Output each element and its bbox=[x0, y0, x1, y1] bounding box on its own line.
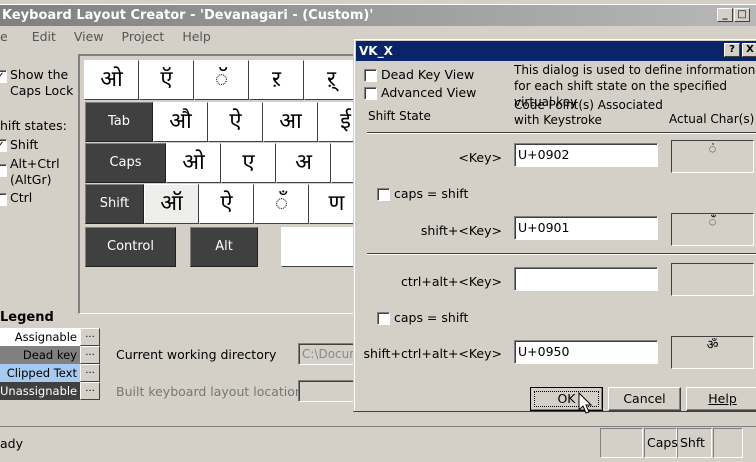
shift-states-label: hift states: bbox=[0, 118, 67, 133]
col-shift-state: Shift State bbox=[368, 109, 431, 123]
help-button[interactable]: Help bbox=[686, 387, 756, 411]
legend-clipped-text: Clipped Text bbox=[0, 364, 80, 382]
key[interactable]: औ bbox=[153, 102, 208, 142]
key[interactable]: ऍ bbox=[139, 60, 194, 100]
ok-button[interactable]: OK bbox=[530, 387, 603, 411]
menu-project[interactable]: Project bbox=[122, 29, 165, 44]
key[interactable]: ए bbox=[221, 143, 276, 183]
key-shift[interactable]: Shift bbox=[85, 184, 144, 224]
maximize-button[interactable]: □ bbox=[734, 8, 750, 22]
legend-dead-key-button[interactable]: ... bbox=[80, 346, 100, 364]
shift-ctrl-alt-codepoint-input[interactable]: U+0950 bbox=[514, 340, 658, 364]
status-pane bbox=[600, 428, 643, 458]
key[interactable]: ओ bbox=[84, 60, 139, 100]
mouse-cursor-icon bbox=[578, 392, 592, 414]
dead-key-view-label: Dead Key View bbox=[380, 67, 475, 82]
key[interactable]: ओ bbox=[166, 143, 221, 183]
col-code-points: Code Point(s) Associated with Keystroke bbox=[514, 98, 663, 127]
dead-key-view-checkbox[interactable]: Dead Key View bbox=[364, 67, 474, 82]
divider bbox=[367, 253, 756, 255]
menu-bar: e Edit View Project Help bbox=[0, 29, 225, 47]
legend-assignable-button[interactable]: ... bbox=[80, 328, 100, 346]
ctrl-alt-codepoint-input[interactable] bbox=[514, 267, 658, 291]
shift-key-label: shift+<Key> bbox=[420, 223, 502, 238]
shift-label: Shift bbox=[10, 137, 39, 152]
key-codepoint-input[interactable]: U+0902 bbox=[514, 143, 658, 167]
key-selected[interactable]: ऑ bbox=[144, 184, 199, 224]
key[interactable]: ऐ bbox=[199, 184, 254, 224]
menu-help[interactable]: Help bbox=[182, 29, 211, 44]
advanced-view-label: Advanced View bbox=[380, 85, 477, 100]
menu-edit[interactable]: Edit bbox=[32, 29, 56, 44]
shift-codepoint-input[interactable]: U+0901 bbox=[514, 216, 658, 240]
advanced-view-checkbox[interactable]: Advanced View bbox=[364, 85, 476, 100]
cancel-button[interactable]: Cancel bbox=[608, 387, 681, 411]
caps-shift-label: caps = shift bbox=[393, 310, 469, 325]
legend-dead-key: Dead key bbox=[0, 346, 80, 364]
key[interactable]: ऐ bbox=[208, 102, 263, 142]
divider bbox=[367, 132, 756, 134]
key[interactable]: अ bbox=[276, 143, 331, 183]
key-caps[interactable]: Caps bbox=[85, 143, 166, 183]
key-label: <Key> bbox=[458, 150, 502, 165]
shift-ctrl-alt-actual-char: ॐ bbox=[671, 336, 754, 369]
built-location-label: Built keyboard layout location bbox=[116, 384, 303, 399]
built-location-field[interactable] bbox=[298, 380, 358, 402]
ctrl-alt-key-label: ctrl+alt+<Key> bbox=[401, 274, 502, 289]
dialog-title-bar: VK_X bbox=[356, 41, 756, 61]
altctrl-label: Alt+Ctrl (AltGr) bbox=[10, 156, 60, 187]
close-icon[interactable]: X bbox=[742, 43, 756, 57]
show-caps-label: Show the Caps Lock bbox=[10, 67, 74, 98]
key[interactable]: ऱ् bbox=[304, 60, 359, 100]
legend-assignable: Assignable bbox=[0, 328, 80, 346]
key[interactable]: ँ bbox=[254, 184, 309, 224]
altctrl-checkbox[interactable] bbox=[0, 162, 7, 177]
key[interactable]: आ bbox=[263, 102, 318, 142]
dialog-title: VK_X bbox=[359, 44, 393, 58]
menu-view[interactable]: View bbox=[74, 29, 104, 44]
ctrl-checkbox[interactable] bbox=[0, 191, 7, 206]
menu-file[interactable]: e bbox=[0, 29, 8, 44]
window-title: Keyboard Layout Creator - 'Devanagari - … bbox=[2, 8, 374, 23]
main-title-bar: Keyboard Layout Creator - 'Devanagari - … bbox=[0, 4, 756, 26]
key-actual-char: ं bbox=[671, 140, 754, 173]
status-text: ady bbox=[0, 436, 23, 451]
cwd-label: Current working directory bbox=[116, 347, 277, 362]
legend-title: Legend bbox=[0, 310, 54, 325]
col-actual-chars: Actual Char(s) bbox=[669, 112, 755, 126]
legend-unassignable-button[interactable]: ... bbox=[80, 382, 100, 400]
key[interactable]: ऱ bbox=[249, 60, 304, 100]
status-pane bbox=[713, 428, 743, 458]
key-space[interactable] bbox=[281, 227, 360, 267]
shift-ctrl-alt-key-label: shift+ctrl+alt+<Key> bbox=[363, 346, 502, 361]
status-shft: Shft bbox=[677, 428, 712, 458]
keyboard: ओ ऍ ॅ ऱ ऱ् Tab औ ऐ आ ई Caps ओ ए अ Shift … bbox=[80, 56, 360, 276]
caps-shift-checkbox[interactable]: caps = shift bbox=[377, 186, 468, 201]
help-icon[interactable]: ? bbox=[724, 43, 740, 57]
status-caps: Caps bbox=[644, 428, 678, 458]
key-control[interactable]: Control bbox=[85, 227, 176, 267]
shift-checkbox[interactable]: ✓ bbox=[0, 137, 7, 152]
key-tab[interactable]: Tab bbox=[85, 102, 153, 142]
ctrl-alt-actual-char bbox=[671, 263, 754, 296]
key-alt[interactable]: Alt bbox=[190, 227, 258, 267]
legend-unassignable: Unassignable bbox=[0, 382, 80, 400]
caps-shift-altgr-checkbox[interactable]: caps = shift bbox=[377, 310, 468, 325]
cwd-field[interactable]: C:\Docum bbox=[298, 343, 358, 365]
key[interactable]: ॅ bbox=[194, 60, 249, 100]
caps-shift-label: caps = shift bbox=[393, 186, 469, 201]
vk-dialog: VK_X ? X Dead Key View Advanced View Thi… bbox=[353, 38, 756, 412]
legend-clipped-button[interactable]: ... bbox=[80, 364, 100, 382]
show-caps-checkbox[interactable]: ✓ bbox=[0, 68, 7, 83]
minimize-button[interactable]: _ bbox=[717, 8, 733, 22]
shift-actual-char: ँ bbox=[671, 213, 754, 246]
ctrl-label: Ctrl bbox=[10, 190, 33, 205]
